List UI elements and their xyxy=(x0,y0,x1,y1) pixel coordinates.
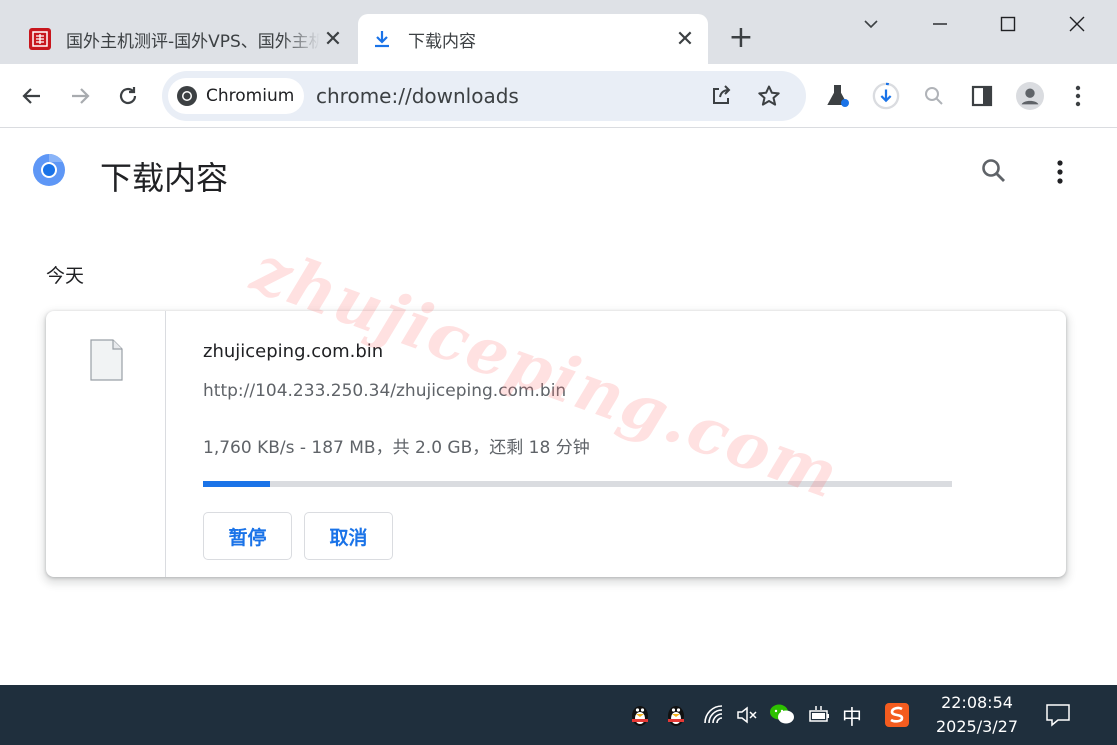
pause-button[interactable]: 暂停 xyxy=(203,512,292,560)
wechat-icon[interactable] xyxy=(768,701,796,729)
qq-penguin-icon[interactable] xyxy=(662,701,690,729)
close-window-button[interactable] xyxy=(1054,4,1100,44)
browser-menu-icon[interactable] xyxy=(1064,82,1092,110)
sogou-input-icon[interactable] xyxy=(883,701,911,729)
windows-taskbar: 中 22:08:54 2025/3/27 xyxy=(0,685,1117,745)
close-tab-icon[interactable]: ✕ xyxy=(320,26,346,52)
battery-power-icon[interactable] xyxy=(805,701,833,729)
side-panel-icon[interactable] xyxy=(968,82,996,110)
download-item-card: zhujiceping.com.bin http://104.233.250.3… xyxy=(46,311,1066,577)
downloads-toolbar-icon[interactable] xyxy=(872,82,900,110)
download-source-url[interactable]: http://104.233.250.34/zhujiceping.com.bi… xyxy=(203,381,566,401)
browser-toolbar: Chromium chrome://downloads xyxy=(0,64,1117,128)
system-clock[interactable]: 22:08:54 2025/3/27 xyxy=(930,691,1024,739)
address-bar[interactable]: Chromium chrome://downloads xyxy=(162,71,806,121)
chip-label: Chromium xyxy=(206,86,295,106)
tab-search-icon[interactable] xyxy=(848,4,894,44)
page-title: 下载内容 xyxy=(100,159,229,197)
site-favicon-icon xyxy=(29,28,51,50)
clock-time: 22:08:54 xyxy=(941,693,1013,712)
back-arrow-icon xyxy=(22,88,40,104)
zoom-search-icon[interactable] xyxy=(920,82,948,110)
new-tab-button[interactable]: + xyxy=(726,23,756,54)
notification-center-icon[interactable] xyxy=(1044,701,1072,729)
forward-arrow-icon xyxy=(72,88,90,104)
download-filename[interactable]: zhujiceping.com.bin xyxy=(203,341,383,362)
downloads-page: 下载内容 今天 zhujiceping.com.bin http://104.2… xyxy=(0,129,1117,685)
minimize-button[interactable] xyxy=(917,4,963,44)
more-actions-icon[interactable] xyxy=(1050,159,1070,185)
ime-indicator[interactable]: 中 xyxy=(838,701,866,729)
file-icon-column xyxy=(46,311,166,577)
tab-downloads[interactable]: 下载内容 ✕ xyxy=(358,14,708,64)
maximize-button[interactable] xyxy=(985,4,1031,44)
close-tab-icon[interactable]: ✕ xyxy=(672,26,698,52)
clock-date: 2025/3/27 xyxy=(935,717,1019,736)
file-icon xyxy=(90,339,123,381)
tab-title: 下载内容 xyxy=(408,31,476,52)
forward-button[interactable] xyxy=(64,80,96,112)
date-section-header: 今天 xyxy=(46,265,85,287)
wifi-icon[interactable] xyxy=(700,701,728,729)
chromium-logo-icon xyxy=(33,153,65,186)
url-text[interactable]: chrome://downloads xyxy=(316,84,519,108)
search-downloads-icon[interactable] xyxy=(980,157,1008,185)
download-icon xyxy=(375,31,389,48)
tab-title: 国外主机测评-国外VPS、国外主机 xyxy=(66,31,320,52)
back-button[interactable] xyxy=(16,80,48,112)
share-icon[interactable] xyxy=(709,84,733,108)
download-status: 1,760 KB/s - 187 MB，共 2.0 GB，还剩 18 分钟 xyxy=(203,438,590,458)
chromium-logo-icon xyxy=(177,86,197,106)
reload-button[interactable] xyxy=(112,80,144,112)
volume-muted-icon[interactable] xyxy=(733,701,761,729)
download-progress-bar xyxy=(203,481,952,487)
reload-icon xyxy=(119,87,137,105)
tab-strip: 国外主机测评-国外VPS、国外主机 ✕ 下载内容 ✕ + xyxy=(0,0,1117,64)
bookmark-star-icon[interactable] xyxy=(757,84,781,108)
cancel-button[interactable]: 取消 xyxy=(304,512,393,560)
download-progress-fill xyxy=(203,481,271,487)
site-chip[interactable]: Chromium xyxy=(168,78,304,114)
labs-flask-icon[interactable] xyxy=(824,82,852,110)
tab-site[interactable]: 国外主机测评-国外VPS、国外主机 ✕ xyxy=(16,14,356,64)
qq-penguin-icon[interactable] xyxy=(626,701,654,729)
profile-avatar-icon[interactable] xyxy=(1016,82,1044,110)
